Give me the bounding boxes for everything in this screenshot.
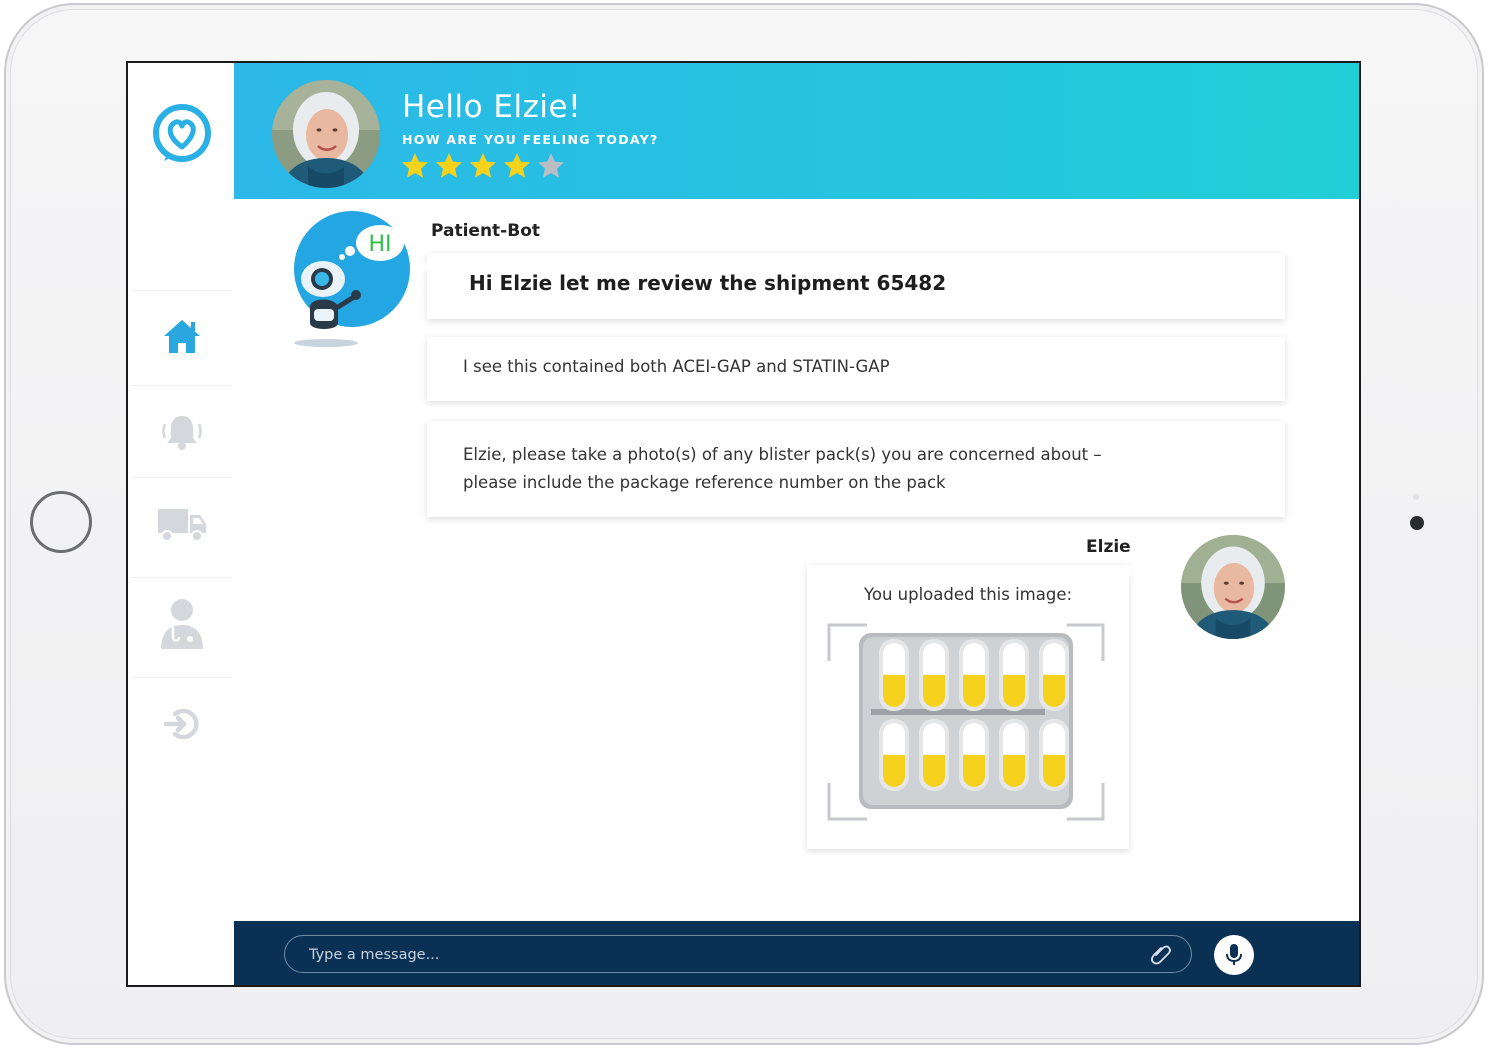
tablet-camera [1410,516,1424,530]
microphone-icon [1226,944,1242,965]
bot-speech-bubble: HI [368,232,391,257]
tablet-sensor [1413,494,1419,500]
home-icon [164,320,200,353]
sidebar-item-shipments[interactable] [132,477,232,570]
capsule-icon [999,639,1029,711]
profile-avatar[interactable] [272,80,380,188]
bot-message-3-line-1: Elzie, please take a photo(s) of any bli… [463,445,1102,464]
greeting-subtitle: HOW ARE YOU FEELING TODAY? [402,132,659,147]
greeting-title: Hello Elzie! [402,89,582,125]
capsule-icon [1039,639,1069,711]
tablet-home-button[interactable] [30,491,92,553]
bot-message-3-line-2: please include the package reference num… [463,473,946,492]
bot-sender-name: Patient-Bot [431,221,541,241]
message-input[interactable] [307,936,1131,974]
bot-message-3: Elzie, please take a photo(s) of any bli… [427,421,1285,517]
paperclip-icon[interactable] [1149,942,1173,966]
mood-rating[interactable] [400,151,566,181]
capsule-icon [999,719,1029,791]
user-sender-name: Elzie [1086,537,1131,557]
sidebar-item-doctor[interactable] [132,577,232,670]
microphone-button[interactable] [1214,935,1254,975]
capsule-icon [1039,719,1069,791]
sidebar [128,63,235,985]
truck-icon [158,509,206,542]
star-filled-icon[interactable] [468,151,498,181]
header-banner: Hello Elzie! HOW ARE YOU FEELING TODAY? [234,63,1359,199]
app-screen: Hello Elzie! HOW ARE YOU FEELING TODAY? … [126,61,1361,987]
logout-icon [163,708,199,740]
doctor-icon [161,599,203,649]
sidebar-item-logout[interactable] [132,677,232,770]
star-filled-icon[interactable] [400,151,430,181]
sidebar-item-notifications[interactable] [132,385,232,478]
chat-area: HI Patient-Bot Hi Elzie let me review th… [234,199,1359,921]
capsule-icon [919,719,949,791]
star-empty-icon[interactable] [536,151,566,181]
star-filled-icon[interactable] [502,151,532,181]
user-message-image: You uploaded this image: [807,565,1141,849]
message-input-wrapper [284,935,1192,974]
capsule-icon [879,719,909,791]
user-photo-icon [1181,535,1285,639]
capsule-icon [919,639,949,711]
bot-message-1: Hi Elzie let me review the shipment 6548… [417,253,1285,319]
user-photo-icon [272,80,380,188]
capsule-icon [959,719,989,791]
patient-bot-avatar-icon: HI [294,211,410,347]
capsule-icon [959,639,989,711]
blister-pack-image[interactable] [827,623,1107,823]
star-filled-icon[interactable] [434,151,464,181]
bell-icon [162,416,202,450]
app-logo-icon[interactable] [150,101,214,165]
bot-message-2: I see this contained both ACEI-GAP and S… [427,337,1285,401]
capsule-icon [879,639,909,711]
upload-label: You uploaded this image: [863,585,1073,604]
sidebar-item-home[interactable] [132,290,232,383]
user-avatar [1181,535,1285,639]
message-composer [234,921,1359,985]
